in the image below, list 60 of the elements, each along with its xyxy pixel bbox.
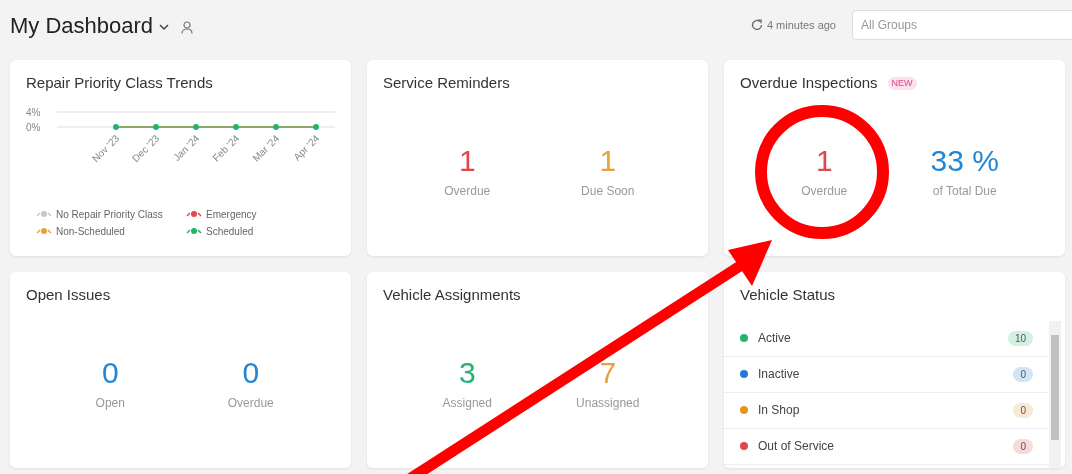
stat-value: 1 [815, 143, 833, 180]
x-tick-label: Nov '23 [89, 132, 122, 164]
status-label: Active [758, 330, 792, 347]
stat-label: Open [95, 395, 125, 413]
stat-label: Assigned [442, 395, 492, 413]
x-tick-label: Apr '24 [291, 132, 322, 163]
status-label: Out of Service [758, 438, 836, 455]
stat-label: Overdue [444, 183, 491, 201]
status-row[interactable]: In Shop 0 [724, 392, 1049, 429]
status-count: 0 [1013, 438, 1033, 454]
stat-value: 1 [599, 143, 617, 180]
data-point [193, 123, 199, 130]
stat-label: Unassigned [576, 395, 640, 413]
status-count: 0 [1013, 402, 1033, 418]
data-point [313, 123, 319, 130]
stat-value: 1 [458, 143, 476, 180]
y-tick-label: 0% [26, 121, 41, 132]
status-count: 0 [1013, 366, 1033, 382]
card-title: Overdue Inspections [740, 73, 878, 93]
x-tick-label: Dec '23 [129, 132, 162, 164]
card-title: Vehicle Assignments [383, 285, 521, 305]
y-tick-label: 4% [26, 106, 41, 117]
user-icon[interactable] [181, 20, 194, 34]
new-badge: NEW [887, 76, 917, 90]
stat-label: Due Soon [581, 183, 635, 201]
status-row[interactable]: Inactive 0 [724, 356, 1049, 393]
status-row[interactable]: Active 10 [724, 320, 1049, 357]
status-count: 10 [1007, 330, 1033, 346]
card-title: Repair Priority Class Trends [26, 73, 213, 93]
chevron-down-icon[interactable] [159, 23, 170, 31]
status-label: In Shop [758, 402, 801, 419]
status-label: Inactive [758, 366, 801, 383]
legend-label: Emergency [206, 207, 257, 222]
stat-value: 7 [599, 355, 617, 392]
x-tick-label: Jan '24 [171, 132, 202, 163]
group-select[interactable]: All Groups [852, 10, 1072, 40]
status-row[interactable]: Out of Service 0 [724, 428, 1049, 465]
stat-label: of Total Due [932, 183, 997, 201]
card-title: Service Reminders [383, 73, 510, 93]
legend-label: Non-Scheduled [56, 224, 125, 239]
x-tick-label: Feb '24 [210, 132, 242, 164]
x-tick-label: Mar '24 [250, 132, 282, 164]
card-title: Vehicle Status [740, 285, 836, 305]
legend-label: Scheduled [206, 224, 254, 239]
stat-value: 0 [101, 355, 119, 392]
data-point [153, 123, 159, 130]
legend-label: No Repair Priority Class [56, 207, 163, 222]
stat-value: 3 [458, 355, 476, 392]
data-point [233, 123, 239, 130]
scrollbar[interactable] [1049, 320, 1061, 468]
refresh-icon[interactable] [750, 19, 763, 31]
stat-value: 33 % [930, 143, 999, 180]
card-title: Open Issues [26, 285, 111, 305]
stat-value: 0 [242, 355, 260, 392]
page-title: My Dashboard [10, 11, 154, 40]
last-refreshed: 4 minutes ago [766, 17, 836, 33]
data-point [113, 123, 119, 130]
data-point [273, 123, 279, 130]
stat-label: Overdue [227, 395, 274, 413]
stat-label: Overdue [801, 183, 848, 201]
